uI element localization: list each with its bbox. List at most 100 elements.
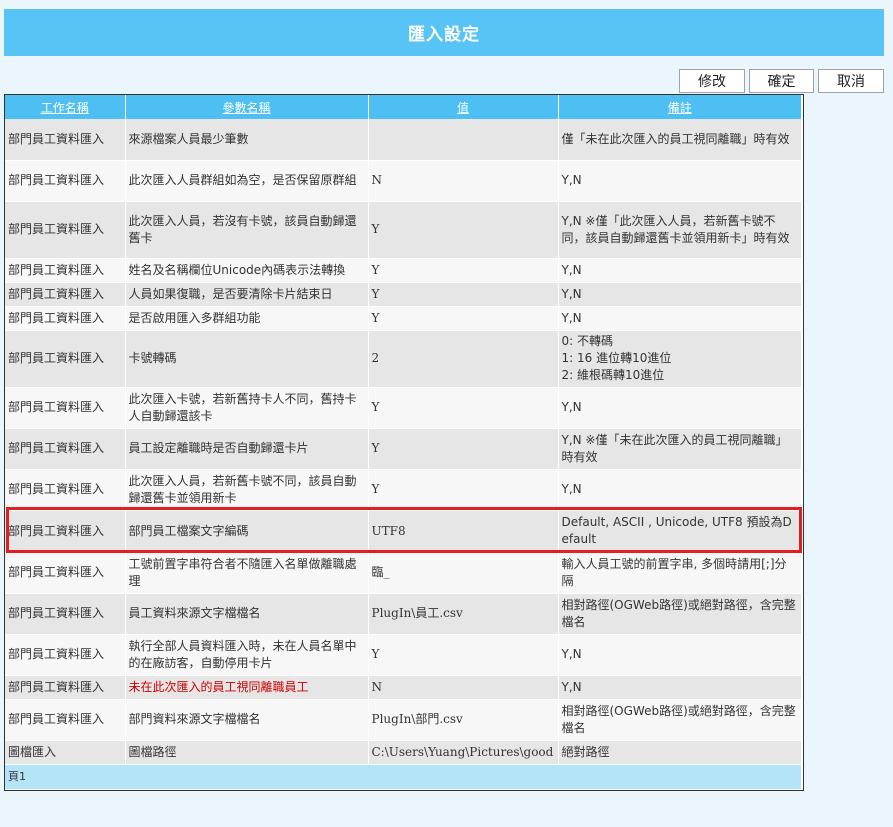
table-row[interactable]: 部門員工資料匯入 此次匯入卡號，若新舊持卡人不同，舊持卡人自動歸還該卡 Y Y,N (5, 387, 801, 429)
note-line: 相對路徑(OGWeb路徑)或絕對路徑，含完整檔名 (561, 703, 796, 735)
note-line: Default, ASCII , Unicode, UTF8 預設為Defaul… (561, 515, 792, 546)
settings-table: 工作名稱 參數名稱 值 備註 部門員工資料匯入 來源檔案人員最少筆數 僅「未在此次匯… (5, 95, 801, 790)
param-name-cell: 人員如果復職，是否要清除卡片結束日 (125, 282, 369, 307)
note-line: Y,N ※僅「未在此次匯入的員工視同離職」時有效 (561, 432, 788, 464)
column-header-value[interactable]: 值 (368, 95, 559, 119)
table-row[interactable]: 部門員工資料匯入 此次匯入人員，若沒有卡號，該員自動歸還舊卡 Y Y,N ※僅「此次匯… (5, 201, 801, 259)
value-cell: Y (368, 258, 559, 283)
note-line: 相對路徑(OGWeb路徑)或絕對路徑，含完整檔名 (561, 597, 796, 629)
param-name-cell: 部門員工檔案文字編碼 (125, 510, 369, 553)
task-name-cell: 圖檔匯入 (5, 740, 126, 765)
value-cell: UTF8 (368, 510, 559, 553)
task-name-cell: 部門員工資料匯入 (5, 258, 126, 283)
task-name-cell: 部門員工資料匯入 (5, 593, 126, 635)
column-header-note[interactable]: 備註 (558, 95, 801, 119)
task-name-cell: 部門員工資料匯入 (5, 510, 126, 553)
note-line: 1: 16 進位轉10進位 (561, 351, 672, 365)
table-row[interactable]: 部門員工資料匯入 工號前置字串符合者不隨匯入名單做離職處理 臨_ 輸入人員工號的前置字… (5, 552, 801, 594)
page-title-bar: 匯入設定 (4, 9, 884, 56)
param-name-cell: 工號前置字串符合者不隨匯入名單做離職處理 (125, 552, 369, 594)
pager-label[interactable]: 頁1 (5, 764, 801, 790)
toolbar: 修改 確定 取消 (0, 69, 893, 95)
page-title: 匯入設定 (408, 25, 480, 45)
task-name-cell: 部門員工資料匯入 (5, 699, 126, 741)
note-cell: Y,N ※僅「未在此次匯入的員工視同離職」時有效 (558, 428, 801, 470)
pager-row: 頁1 (5, 764, 801, 790)
table-row[interactable]: 部門員工資料匯入 未在此次匯入的員工視同離職員工 N Y,N (5, 675, 801, 700)
note-line: 0: 不轉碼 (561, 334, 614, 348)
note-line: Y,N (561, 647, 582, 661)
table-row[interactable]: 圖檔匯入 圖檔路徑 C:\Users\Yuang\Pictures\good 絕對路徑 (5, 740, 801, 765)
param-name-cell: 是否啟用匯入多群組功能 (125, 306, 369, 331)
value-cell (368, 119, 559, 161)
note-line: Y,N (561, 286, 582, 301)
note-cell: 僅「未在此次匯入的員工視同離職」時有效 (558, 119, 801, 161)
note-cell: 絕對路徑 (558, 740, 801, 765)
param-name-cell: 執行全部人員資料匯入時，未在人員名單中的在廠訪客，自動停用卡片 (125, 634, 369, 676)
table-row[interactable]: 部門員工資料匯入 執行全部人員資料匯入時，未在人員名單中的在廠訪客，自動停用卡片 Y… (5, 634, 801, 676)
value-cell: N (368, 160, 559, 202)
table-row[interactable]: 部門員工資料匯入 姓名及名稱欄位Unicode內碼表示法轉換 Y Y,N (5, 258, 801, 283)
table-row[interactable]: 部門員工資料匯入 是否啟用匯入多群組功能 Y Y,N (5, 306, 801, 331)
task-name-cell: 部門員工資料匯入 (5, 634, 126, 676)
value-cell: Y (368, 469, 559, 511)
table-row[interactable]: 部門員工資料匯入 此次匯入人員，若新舊卡號不同，該員自動歸還舊卡並領用新卡 Y Y,N (5, 469, 801, 511)
note-line: Y,N (561, 310, 582, 325)
table-row[interactable]: 部門員工資料匯入 員工資料來源文字檔檔名 PlugIn\員工.csv 相對路徑(OGW… (5, 593, 801, 635)
task-name-cell: 部門員工資料匯入 (5, 387, 126, 429)
note-cell: Y,N (558, 306, 801, 331)
note-cell: Default, ASCII , Unicode, UTF8 預設為Defaul… (558, 510, 801, 553)
param-name-cell: 來源檔案人員最少筆數 (125, 119, 369, 161)
note-line: Y,N (561, 482, 582, 496)
modify-button[interactable]: 修改 (679, 69, 745, 93)
note-cell: Y,N (558, 387, 801, 429)
task-name-cell: 部門員工資料匯入 (5, 306, 126, 331)
note-cell: Y,N (558, 469, 801, 511)
confirm-button[interactable]: 確定 (749, 69, 814, 93)
note-cell: Y,N (558, 675, 801, 700)
param-name-cell: 姓名及名稱欄位Unicode內碼表示法轉換 (125, 258, 369, 283)
param-name-cell: 未在此次匯入的員工視同離職員工 (125, 675, 369, 700)
note-cell: Y,N (558, 634, 801, 676)
table-row[interactable]: 部門員工資料匯入 此次匯入人員群組如為空，是否保留原群組 N Y,N (5, 160, 801, 202)
task-name-cell: 部門員工資料匯入 (5, 282, 126, 307)
note-line: Y,N (561, 262, 582, 277)
column-header-task-name[interactable]: 工作名稱 (5, 95, 126, 119)
value-cell: Y (368, 387, 559, 429)
value-cell: N (368, 675, 559, 700)
cancel-button[interactable]: 取消 (818, 69, 884, 93)
note-line: 絕對路徑 (561, 744, 610, 759)
note-cell: 相對路徑(OGWeb路徑)或絕對路徑，含完整檔名 (558, 699, 801, 741)
task-name-cell: 部門員工資料匯入 (5, 469, 126, 511)
note-line: 僅「未在此次匯入的員工視同離職」時有效 (561, 131, 790, 146)
task-name-cell: 部門員工資料匯入 (5, 201, 126, 259)
task-name-cell: 部門員工資料匯入 (5, 160, 126, 202)
table-row[interactable]: 部門員工資料匯入 部門員工檔案文字編碼 UTF8 Default, ASCII , U… (5, 510, 801, 553)
value-cell: Y (368, 306, 559, 331)
value-cell: C:\Users\Yuang\Pictures\good (368, 740, 559, 765)
table-row[interactable]: 部門員工資料匯入 人員如果復職，是否要清除卡片結束日 Y Y,N (5, 282, 801, 307)
note-cell: Y,N (558, 160, 801, 202)
note-line: Y,N (561, 400, 582, 414)
table-row[interactable]: 部門員工資料匯入 員工設定離職時是否自動歸還卡片 Y Y,N ※僅「未在此次匯入的員工… (5, 428, 801, 470)
table-row[interactable]: 部門員工資料匯入 來源檔案人員最少筆數 僅「未在此次匯入的員工視同離職」時有效 (5, 119, 801, 161)
param-name-cell: 部門資料來源文字檔檔名 (125, 699, 369, 741)
value-cell: 臨_ (368, 552, 559, 594)
param-name-cell: 此次匯入人員，若沒有卡號，該員自動歸還舊卡 (125, 201, 369, 259)
value-cell: Y (368, 428, 559, 470)
task-name-cell: 部門員工資料匯入 (5, 119, 126, 161)
note-cell: Y,N ※僅「此次匯入人員，若新舊卡號不同，該員自動歸還舊卡並領用新卡」時有效 (558, 201, 801, 259)
task-name-cell: 部門員工資料匯入 (5, 552, 126, 594)
param-name-cell: 卡號轉碼 (125, 330, 369, 388)
column-header-param-name[interactable]: 參數名稱 (125, 95, 369, 119)
table-row[interactable]: 部門員工資料匯入 部門資料來源文字檔檔名 PlugIn\部門.csv 相對路徑(OGW… (5, 699, 801, 741)
task-name-cell: 部門員工資料匯入 (5, 675, 126, 700)
note-line: 輸入人員工號的前置字串, 多個時請用[;]分隔 (561, 556, 787, 588)
value-cell: Y (368, 282, 559, 307)
param-name-cell: 此次匯入卡號，若新舊持卡人不同，舊持卡人自動歸還該卡 (125, 387, 369, 429)
param-name-cell: 員工資料來源文字檔檔名 (125, 593, 369, 635)
table-row[interactable]: 部門員工資料匯入 卡號轉碼 2 0: 不轉碼 1: 16 進位轉10進位 2: 維根碼轉1… (5, 330, 801, 388)
note-line: Y,N (561, 173, 582, 187)
param-name-cell: 此次匯入人員群組如為空，是否保留原群組 (125, 160, 369, 202)
settings-table-container: 工作名稱 參數名稱 值 備註 部門員工資料匯入 來源檔案人員最少筆數 僅「未在此次匯… (4, 94, 804, 791)
